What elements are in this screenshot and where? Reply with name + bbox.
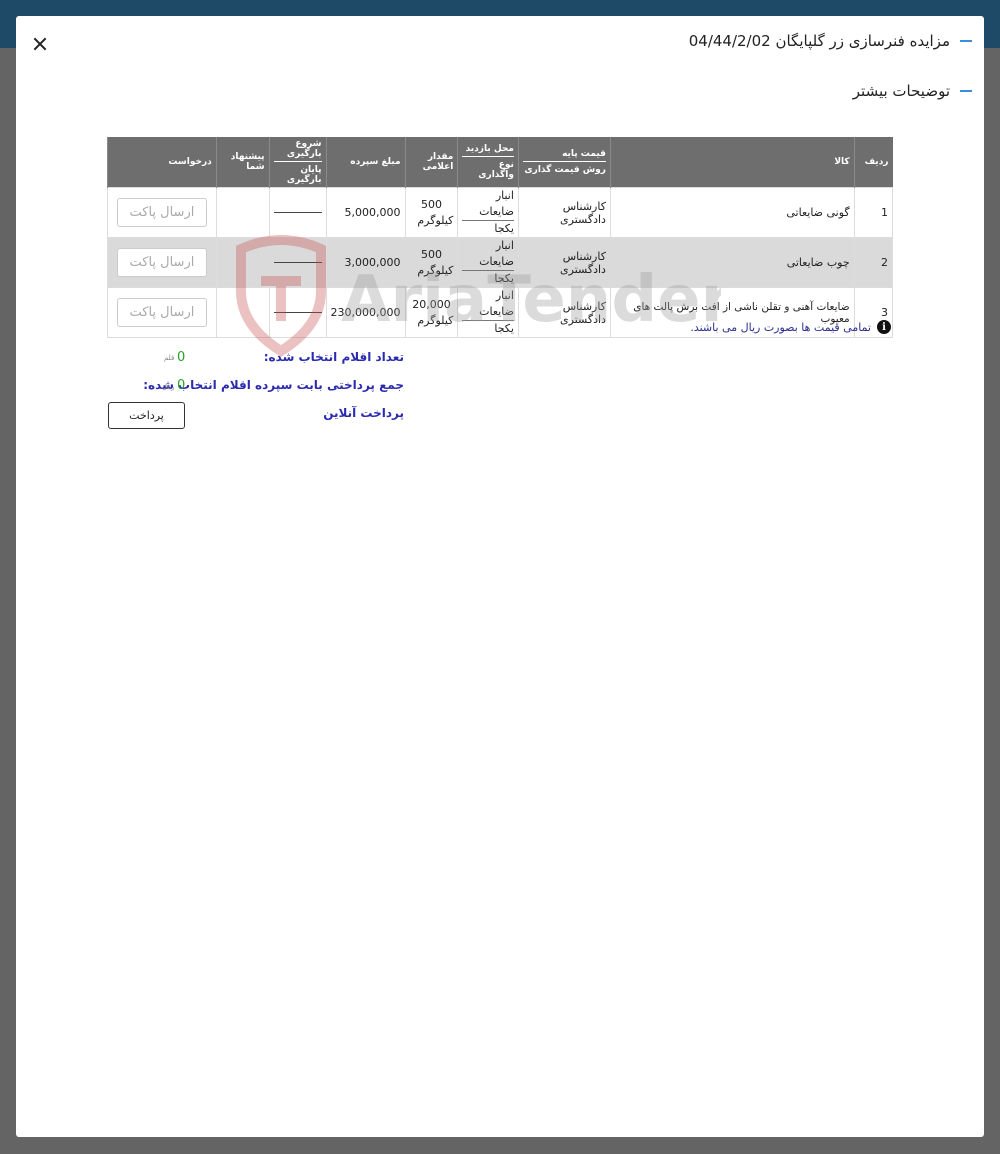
details-dash-icon — [960, 90, 972, 92]
selected-count-unit: قلم — [164, 354, 175, 362]
row-unit: کیلوگرم — [417, 263, 454, 277]
modal-title: مزایده فنرسازی زر گلپایگان 04/44/2/02 — [688, 32, 950, 50]
row-qty: 500 — [420, 247, 442, 261]
row-location: انبار ضایعات — [462, 188, 514, 221]
row-offer — [215, 287, 270, 338]
row-qty: 500 — [420, 197, 442, 211]
empty-dash — [273, 312, 322, 313]
row-index: 1 — [853, 187, 894, 238]
currency-note-text: تمامی قیمت ها بصورت ریال می باشند. — [690, 320, 871, 334]
items-table: ردیف کالا قیمت پایه روش قیمت گذاری محل ب… — [107, 137, 894, 338]
col-transfer-type: نوع واگذاری — [478, 160, 514, 180]
row-location: انبار ضایعات — [462, 238, 514, 271]
row-index: 2 — [853, 237, 894, 288]
col-item: کالا — [609, 137, 855, 188]
close-icon[interactable] — [30, 34, 50, 54]
more-details-link[interactable]: توضیحات بیشتر — [853, 82, 950, 100]
row-loading — [268, 187, 327, 238]
row-offer — [215, 237, 270, 288]
send-packet-button[interactable]: ارسال پاکت — [116, 198, 207, 227]
row-qty: 20,000 — [412, 297, 451, 311]
col-request: درخواست — [107, 137, 217, 188]
modal-dialog: مزایده فنرسازی زر گلپایگان 04/44/2/02 تو… — [16, 16, 984, 1137]
empty-dash — [273, 212, 322, 213]
table-header-row: ردیف کالا قیمت پایه روش قیمت گذاری محل ب… — [107, 137, 893, 188]
col-row: ردیف — [853, 137, 893, 188]
row-location-transfer: انبار ضایعات یکجا — [457, 237, 519, 288]
row-location: انبار ضایعات — [462, 288, 514, 321]
row-request: ارسال پاکت — [107, 237, 217, 288]
col-location-transfer: محل بازدید نوع واگذاری — [457, 137, 519, 188]
col-loading: شروع بارگیری پایان بارگیری — [268, 137, 327, 188]
selected-count-value: 0 — [177, 350, 186, 365]
row-offer — [215, 187, 270, 238]
row-loading — [268, 237, 327, 288]
col-quantity: مقدار اعلامی — [404, 137, 458, 188]
table-row: 2 چوب ضایعاتی کارشناس دادگستری انبار ضای… — [107, 237, 894, 288]
send-packet-button[interactable]: ارسال پاکت — [116, 248, 207, 277]
row-pricing: کارشناس دادگستری — [517, 187, 611, 238]
selected-count-label: تعداد اقلام انتخاب شده: — [263, 350, 404, 364]
more-details-row[interactable]: توضیحات بیشتر — [853, 82, 972, 100]
row-transfer: یکجا — [494, 322, 514, 335]
row-transfer: یکجا — [494, 272, 514, 285]
col-visit-location: محل بازدید — [462, 144, 514, 157]
row-item: چوب ضایعاتی — [609, 237, 855, 288]
row-quantity: 500 کیلوگرم — [404, 237, 459, 288]
col-loading-start: شروع بارگیری — [273, 139, 322, 162]
payment-total-unit: ریال — [162, 383, 175, 391]
row-location-transfer: انبار ضایعات یکجا — [457, 287, 519, 338]
row-deposit: 5,000,000 — [325, 187, 406, 238]
row-deposit: 230,000,000 — [325, 287, 406, 338]
modal-title-row: مزایده فنرسازی زر گلپایگان 04/44/2/02 — [689, 32, 972, 50]
col-base-price: قیمت پایه — [522, 149, 606, 162]
col-your-offer: پیشنهاد شما — [215, 137, 270, 188]
table-row: 1 گونی ضایعاتی کارشناس دادگستری انبار ضا… — [107, 187, 894, 238]
col-pricing-method: روش قیمت گذاری — [524, 165, 606, 175]
col-price-method: قیمت پایه روش قیمت گذاری — [517, 137, 611, 188]
col-deposit: مبلغ سپرده — [325, 137, 406, 188]
pay-button[interactable]: پرداخت — [108, 402, 185, 429]
row-transfer: یکجا — [494, 222, 514, 235]
row-request: ارسال پاکت — [107, 287, 217, 338]
row-quantity: 20,000 کیلوگرم — [404, 287, 459, 338]
online-payment-label: پرداخت آنلاین — [323, 406, 404, 420]
row-unit: کیلوگرم — [417, 213, 454, 227]
send-packet-button[interactable]: ارسال پاکت — [116, 298, 207, 327]
row-location-transfer: انبار ضایعات یکجا — [457, 187, 519, 238]
payment-total-value: 0 — [177, 378, 186, 393]
title-dash-icon — [960, 40, 972, 42]
row-pricing: کارشناس دادگستری — [517, 287, 611, 338]
currency-note: i تمامی قیمت ها بصورت ریال می باشند. — [690, 320, 891, 334]
col-loading-end: پایان بارگیری — [286, 165, 322, 185]
info-icon: i — [877, 320, 891, 334]
row-quantity: 500 کیلوگرم — [404, 187, 459, 238]
row-item: گونی ضایعاتی — [609, 187, 855, 238]
row-loading — [268, 287, 327, 338]
row-pricing: کارشناس دادگستری — [517, 237, 611, 288]
row-unit: کیلوگرم — [417, 313, 454, 327]
row-deposit: 3,000,000 — [325, 237, 406, 288]
empty-dash — [273, 262, 322, 263]
row-request: ارسال پاکت — [107, 187, 217, 238]
